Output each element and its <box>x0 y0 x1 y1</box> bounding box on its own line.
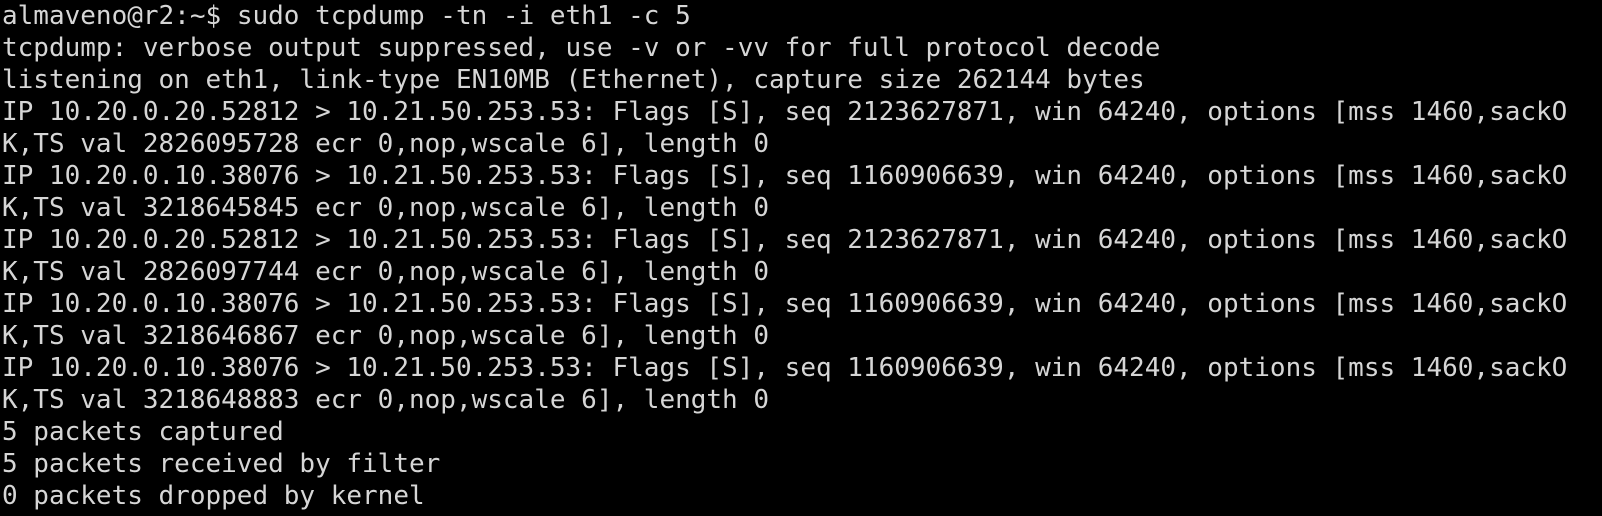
packet-line: IP 10.20.0.10.38076 > 10.21.50.253.53: F… <box>2 161 1568 191</box>
output-line: tcpdump: verbose output suppressed, use … <box>2 33 1161 63</box>
command-text: sudo tcpdump -tn -i eth1 -c 5 <box>236 1 691 31</box>
packet-line: IP 10.20.0.10.38076 > 10.21.50.253.53: F… <box>2 353 1568 383</box>
output-line: listening on eth1, link-type EN10MB (Eth… <box>2 65 1145 95</box>
command-line: almaveno@r2:~$ sudo tcpdump -tn -i eth1 … <box>2 0 1602 32</box>
shell-prompt: almaveno@r2:~$ <box>2 1 237 31</box>
packet-line-cont: K,TS val 2826097744 ecr 0,nop,wscale 6],… <box>2 257 770 287</box>
summary-captured: 5 packets captured <box>2 417 284 447</box>
packet-line-cont: K,TS val 2826095728 ecr 0,nop,wscale 6],… <box>2 129 770 159</box>
terminal-window[interactable]: almaveno@r2:~$ sudo tcpdump -tn -i eth1 … <box>0 0 1602 516</box>
packet-line: IP 10.20.0.20.52812 > 10.21.50.253.53: F… <box>2 225 1568 255</box>
packet-line-cont: K,TS val 3218645845 ecr 0,nop,wscale 6],… <box>2 193 770 223</box>
packet-line: IP 10.20.0.10.38076 > 10.21.50.253.53: F… <box>2 289 1568 319</box>
summary-dropped: 0 packets dropped by kernel <box>2 481 425 511</box>
packet-line-cont: K,TS val 3218648883 ecr 0,nop,wscale 6],… <box>2 385 770 415</box>
packet-line-cont: K,TS val 3218646867 ecr 0,nop,wscale 6],… <box>2 321 770 351</box>
summary-received: 5 packets received by filter <box>2 449 441 479</box>
packet-line: IP 10.20.0.20.52812 > 10.21.50.253.53: F… <box>2 97 1568 127</box>
